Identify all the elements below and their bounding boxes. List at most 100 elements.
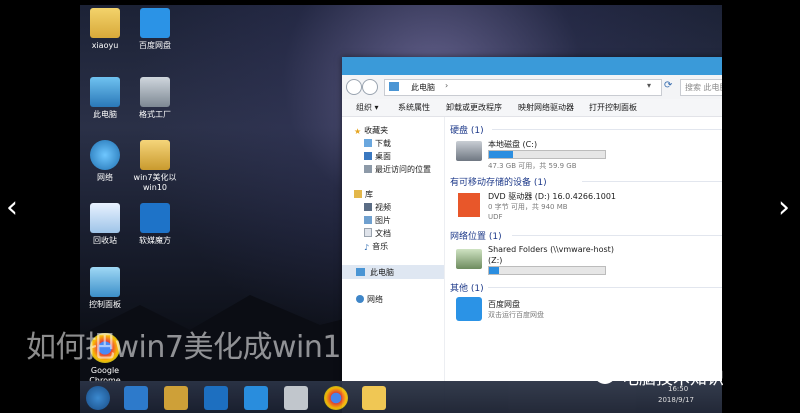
- explorer-icon[interactable]: [164, 386, 188, 410]
- nav-favorites[interactable]: ★ 收藏夹: [354, 125, 388, 136]
- address-bar-row: 此电脑 › ▾ ⟳ 搜索 此电脑 ⚲: [342, 75, 722, 100]
- command-bar: 组织 ▾ 系统属性 卸载或更改程序 映射网络驱动器 打开控制面板 ☷▾: [342, 99, 722, 117]
- baidu-cloud-icon: [140, 8, 170, 38]
- other-item-name[interactable]: 百度网盘: [488, 299, 520, 310]
- picture-icon: [364, 216, 372, 224]
- map-network-drive-button[interactable]: 映射网络驱动器: [518, 102, 574, 113]
- computer-icon: [389, 82, 399, 91]
- recent-places-icon: [364, 165, 372, 173]
- office-dvd-icon: [458, 193, 480, 217]
- desktop-icon-label: 格式工厂: [139, 110, 171, 119]
- navigation-pane: ★ 收藏夹 下载 桌面 最近访问的位置 库 视频 图片 文档 ♪ 音乐 此电脑 …: [342, 117, 445, 413]
- drive-c-name[interactable]: 本地磁盘 (C:): [488, 139, 537, 150]
- desktop-icon-control-panel[interactable]: 控制面板: [80, 267, 136, 310]
- drive-d-name[interactable]: DVD 驱动器 (D:) 16.0.4266.1001: [488, 191, 616, 202]
- back-button[interactable]: [346, 79, 362, 95]
- section-header-other[interactable]: 其他 (1): [450, 281, 484, 294]
- drive-z-name[interactable]: Shared Folders (\\vmware-host): [488, 245, 614, 254]
- desktop-icon-label: 此电脑: [93, 110, 117, 119]
- chevron-down-icon[interactable]: ▾: [647, 81, 651, 90]
- desktop-icon-label: win7美化以 win10: [133, 173, 177, 192]
- nav-this-pc-selected[interactable]: 此电脑: [342, 265, 444, 279]
- section-divider: [582, 181, 722, 182]
- prev-arrow-icon[interactable]: ‹: [6, 190, 18, 225]
- nav-recent-places[interactable]: 最近访问的位置: [364, 164, 431, 175]
- explorer-window: ─ ☐ ✕ 此电脑 › ▾ ⟳ 搜索 此电脑 ⚲ 组织 ▾ 系统属性 卸载或更改…: [342, 57, 722, 413]
- drive-c-usage-bar: [488, 150, 606, 159]
- video-icon: [364, 203, 372, 211]
- open-control-panel-button[interactable]: 打开控制面板: [589, 102, 637, 113]
- wechat-logo-icon: [594, 362, 616, 384]
- network-icon: [356, 295, 364, 303]
- ie-icon[interactable]: [124, 386, 148, 410]
- folder-icon: [140, 140, 170, 170]
- nav-libraries[interactable]: 库: [354, 189, 373, 200]
- section-divider: [488, 287, 722, 288]
- drive-d-filesystem: UDF: [488, 213, 503, 221]
- desktop-icon-label: 网络: [97, 173, 113, 182]
- user-folder-icon: [90, 8, 120, 38]
- search-input[interactable]: 搜索 此电脑 ⚲: [680, 79, 722, 96]
- chrome-icon[interactable]: [324, 386, 348, 410]
- ruanmei-cube-icon[interactable]: [204, 386, 228, 410]
- next-arrow-icon[interactable]: ›: [778, 190, 790, 225]
- star-icon: ★: [354, 127, 362, 136]
- baidu-cloud-icon: [456, 297, 482, 321]
- ruanmei-cube-icon: [140, 203, 170, 233]
- baidu-cloud-icon[interactable]: [244, 386, 268, 410]
- computer-icon: [356, 268, 365, 276]
- nav-network[interactable]: 网络: [356, 294, 383, 305]
- notes-icon[interactable]: [362, 386, 386, 410]
- nav-pictures[interactable]: 图片: [364, 215, 391, 226]
- title-bar[interactable]: ─ ☐ ✕: [342, 57, 722, 75]
- document-icon: [364, 228, 372, 237]
- desktop-icon-baidu-netdisk[interactable]: 百度网盘: [124, 8, 186, 51]
- desktop-icon-format-factory[interactable]: 格式工厂: [124, 77, 186, 120]
- nav-documents[interactable]: 文档: [364, 228, 391, 239]
- breadcrumb-chevron-icon[interactable]: ›: [445, 81, 448, 90]
- network-icon: [90, 140, 120, 170]
- desktop-icon-ruanmei[interactable]: 软媒魔方: [124, 203, 186, 246]
- desktop-icon-win7-folder[interactable]: win7美化以 win10: [124, 140, 186, 193]
- drive-c-space: 47.3 GB 可用，共 59.9 GB: [488, 162, 577, 170]
- computer-icon: [90, 77, 120, 107]
- brand-name: 电脑技术知识: [622, 369, 724, 389]
- nav-videos[interactable]: 视频: [364, 202, 391, 213]
- drive-z-letter: (Z:): [488, 256, 503, 265]
- download-folder-icon: [364, 139, 372, 147]
- format-factory-icon: [140, 77, 170, 107]
- desktop-icon: [364, 152, 372, 160]
- nav-desktop[interactable]: 桌面: [364, 151, 391, 162]
- nav-music[interactable]: ♪ 音乐: [364, 241, 388, 252]
- desktop-icon-label: 回收站: [93, 236, 117, 245]
- address-box[interactable]: 此电脑 › ▾: [384, 79, 662, 96]
- hard-drive-icon: [456, 141, 482, 161]
- library-icon: [354, 190, 362, 198]
- desktop-icon-label: 软媒魔方: [139, 236, 171, 245]
- system-properties-button[interactable]: 系统属性: [398, 102, 430, 113]
- breadcrumb[interactable]: 此电脑: [411, 82, 435, 93]
- forward-button[interactable]: [362, 79, 378, 95]
- desktop-icon-label: 控制面板: [89, 300, 121, 309]
- organize-menu[interactable]: 组织 ▾: [356, 102, 379, 113]
- clock-date[interactable]: 2018/9/17: [658, 396, 694, 404]
- recycle-bin-icon: [90, 203, 120, 233]
- uninstall-program-button[interactable]: 卸载或更改程序: [446, 102, 502, 113]
- nav-downloads[interactable]: 下载: [364, 138, 391, 149]
- desktop-icon-label: 百度网盘: [139, 41, 171, 50]
- music-note-icon: ♪: [364, 243, 370, 252]
- refresh-icon[interactable]: ⟳: [664, 80, 672, 91]
- format-factory-icon[interactable]: [284, 386, 308, 410]
- desktop-icon-label: xiaoyu: [91, 41, 119, 50]
- section-header-network[interactable]: 网络位置 (1): [450, 229, 502, 242]
- section-divider: [512, 235, 722, 236]
- drive-z-usage-bar: [488, 266, 606, 275]
- search-placeholder: 搜索 此电脑: [685, 83, 722, 92]
- section-divider: [492, 129, 722, 130]
- other-item-desc: 双击运行百度网盘: [488, 311, 544, 319]
- overlay-title: 如何把win7美化成win10: [26, 330, 360, 365]
- start-button[interactable]: [86, 386, 110, 410]
- network-drive-icon: [456, 249, 482, 269]
- section-header-hdd[interactable]: 硬盘 (1): [450, 123, 484, 136]
- section-header-removable[interactable]: 有可移动存储的设备 (1): [450, 175, 547, 188]
